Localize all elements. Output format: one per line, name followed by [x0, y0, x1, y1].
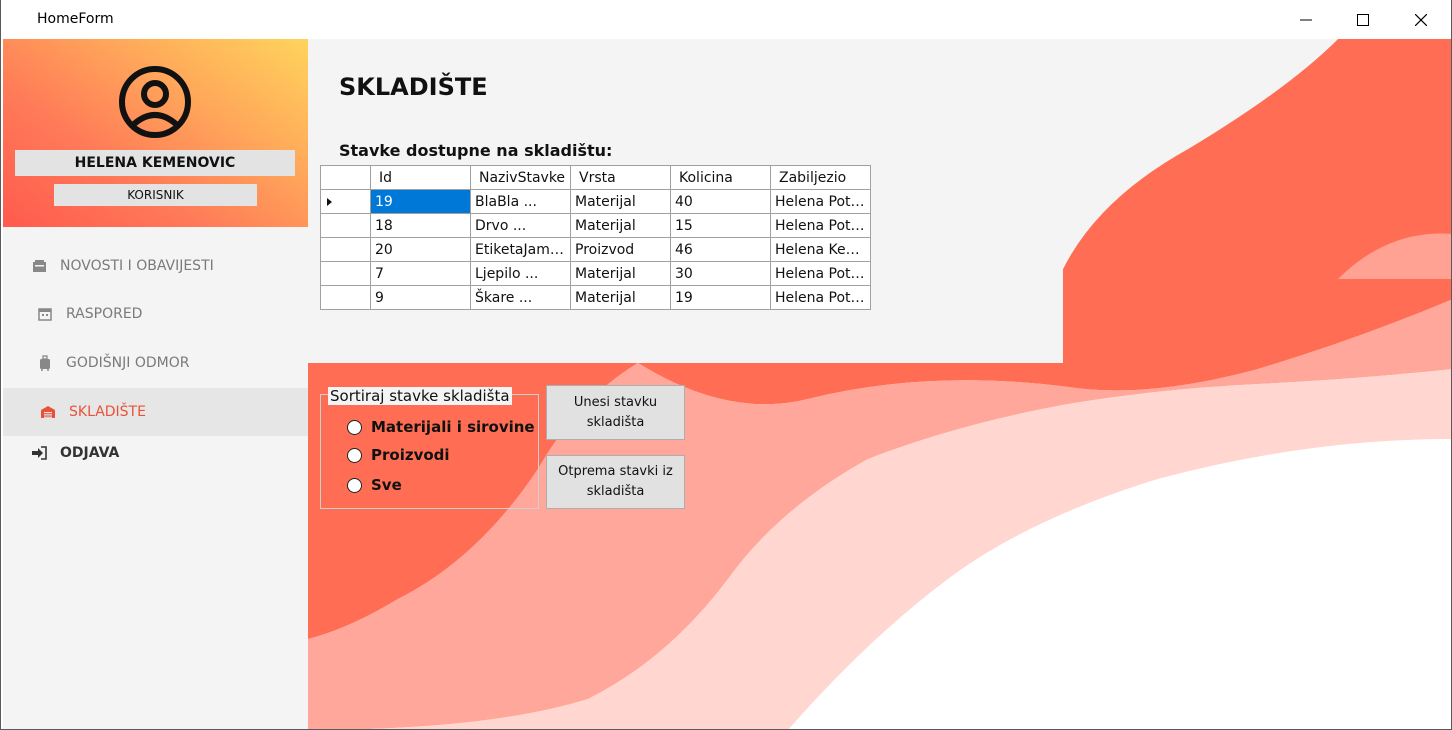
- radio-label: Sve: [371, 476, 402, 494]
- table-row[interactable]: 18 Drvo ... Materijal 15 Helena Poto...: [320, 213, 871, 238]
- radio-proizvodi[interactable]: Proizvodi: [347, 446, 450, 464]
- nav-label-godisnji: GODIŠNJI ODMOR: [66, 355, 190, 371]
- nav-label-novosti: NOVOSTI I OBAVIJESTI: [60, 258, 214, 274]
- unesi-stavku-button[interactable]: Unesi stavku skladišta: [546, 385, 685, 440]
- radio-sve[interactable]: Sve: [347, 476, 402, 494]
- radio-circle-icon[interactable]: [347, 419, 362, 435]
- close-icon: [1415, 13, 1427, 26]
- table-row[interactable]: 20 EtiketaJamn... Proizvod 46 Helena Kem…: [320, 237, 871, 262]
- radio-materijali[interactable]: Materijali i sirovine: [347, 418, 535, 436]
- radio-circle-icon[interactable]: [347, 477, 362, 493]
- table-cell[interactable]: EtiketaJamn...: [470, 237, 571, 262]
- table-cell[interactable]: 7: [370, 261, 471, 286]
- table-cell[interactable]: Drvo ...: [470, 213, 571, 238]
- user-name-label: HELENA KEMENOVIC: [15, 150, 295, 176]
- table-row[interactable]: 19 BlaBla ... Materijal 40 Helena Poto..…: [320, 189, 871, 214]
- row-header[interactable]: [320, 261, 371, 286]
- radio-label: Proizvodi: [371, 446, 450, 464]
- column-header-zabiljezio[interactable]: Zabiljezio: [770, 165, 871, 190]
- table-cell[interactable]: 20: [370, 237, 471, 262]
- nav-item-godisnji[interactable]: GODIŠNJI ODMOR: [3, 339, 308, 387]
- user-avatar-icon: [119, 66, 191, 138]
- table-cell[interactable]: Proizvod: [570, 237, 671, 262]
- table-cell[interactable]: BlaBla ...: [470, 189, 571, 214]
- sort-groupbox: Sortiraj stavke skladišta Materijali i s…: [320, 387, 539, 509]
- minimize-button[interactable]: [1277, 0, 1335, 39]
- table-cell[interactable]: 9: [370, 285, 471, 310]
- nav-item-raspored[interactable]: RASPORED: [3, 290, 308, 338]
- nav-label-raspored: RASPORED: [66, 306, 143, 322]
- table-cell[interactable]: 18: [370, 213, 471, 238]
- radio-label: Materijali i sirovine: [371, 418, 535, 436]
- table-cell[interactable]: Materijal: [570, 285, 671, 310]
- table-row[interactable]: 7 Ljepilo ... Materijal 30 Helena Poto..…: [320, 261, 871, 286]
- profile-panel: HELENA KEMENOVIC KORISNIK: [3, 39, 308, 227]
- table-cell[interactable]: Ljepilo ...: [470, 261, 571, 286]
- warehouse-icon: [40, 404, 56, 420]
- sign-out-icon: [31, 445, 47, 461]
- column-header-naziv[interactable]: NazivStavke: [470, 165, 571, 190]
- sort-groupbox-legend: Sortiraj stavke skladišta: [328, 387, 512, 405]
- maximize-button[interactable]: [1334, 0, 1392, 39]
- table-cell[interactable]: Helena Poto...: [770, 189, 871, 214]
- column-header-vrsta[interactable]: Vrsta: [570, 165, 671, 190]
- sidebar: HELENA KEMENOVIC KORISNIK NOVOSTI I OBAV…: [3, 39, 308, 729]
- table-cell[interactable]: 19: [670, 285, 771, 310]
- table-cell[interactable]: 15: [670, 213, 771, 238]
- table-cell[interactable]: Materijal: [570, 213, 671, 238]
- table-cell[interactable]: Helena Kem...: [770, 237, 871, 262]
- table-cell[interactable]: 30: [670, 261, 771, 286]
- current-row-arrow-icon: [327, 197, 332, 206]
- table-cell[interactable]: Helena Poto...: [770, 213, 871, 238]
- table-cell[interactable]: 40: [670, 189, 771, 214]
- newspaper-icon: [31, 258, 47, 274]
- inventory-grid[interactable]: Id NazivStavke Vrsta Kolicina Zabiljezio…: [320, 165, 871, 310]
- radio-circle-icon[interactable]: [347, 447, 362, 463]
- calendar-icon: [37, 306, 53, 322]
- table-cell[interactable]: Helena Poto...: [770, 261, 871, 286]
- table-cell[interactable]: 19: [370, 189, 471, 214]
- close-button[interactable]: [1392, 0, 1450, 39]
- nav-item-odjava[interactable]: ODJAVA: [3, 434, 308, 472]
- suitcase-icon: [37, 355, 53, 371]
- user-role-label: KORISNIK: [54, 184, 257, 206]
- title-bar: HomeForm: [1, 0, 1451, 39]
- row-header[interactable]: [320, 213, 371, 238]
- table-cell[interactable]: Helena Poto...: [770, 285, 871, 310]
- main-panel: SKLADIŠTE Stavke dostupne na skladištu: …: [308, 39, 1451, 729]
- grid-corner-cell[interactable]: [320, 165, 371, 190]
- minimize-icon: [1300, 19, 1312, 20]
- nav-item-skladiste[interactable]: SKLADIŠTE: [3, 388, 308, 436]
- table-cell[interactable]: 46: [670, 237, 771, 262]
- nav-label-skladiste: SKLADIŠTE: [69, 404, 146, 420]
- row-header-selected[interactable]: [320, 189, 371, 214]
- otprema-stavki-button[interactable]: Otprema stavki iz skladišta: [546, 455, 685, 509]
- maximize-icon: [1357, 13, 1369, 26]
- table-cell[interactable]: Škare ...: [470, 285, 571, 310]
- page-title: SKLADIŠTE: [339, 73, 488, 101]
- nav-item-novosti[interactable]: NOVOSTI I OBAVIJESTI: [3, 242, 308, 290]
- row-header[interactable]: [320, 237, 371, 262]
- nav-label-odjava: ODJAVA: [60, 445, 120, 461]
- table-row[interactable]: 9 Škare ... Materijal 19 Helena Poto...: [320, 285, 871, 310]
- home-form-window: HomeForm HELENA KEMENOVIC KORISNIK NOVOS…: [0, 0, 1452, 730]
- window-title: HomeForm: [37, 11, 114, 27]
- table-cell[interactable]: Materijal: [570, 189, 671, 214]
- row-header[interactable]: [320, 285, 371, 310]
- table-title: Stavke dostupne na skladištu:: [339, 141, 613, 160]
- table-cell[interactable]: Materijal: [570, 261, 671, 286]
- column-header-id[interactable]: Id: [370, 165, 471, 190]
- column-header-kolicina[interactable]: Kolicina: [670, 165, 771, 190]
- grid-header-row: Id NazivStavke Vrsta Kolicina Zabiljezio: [320, 165, 871, 190]
